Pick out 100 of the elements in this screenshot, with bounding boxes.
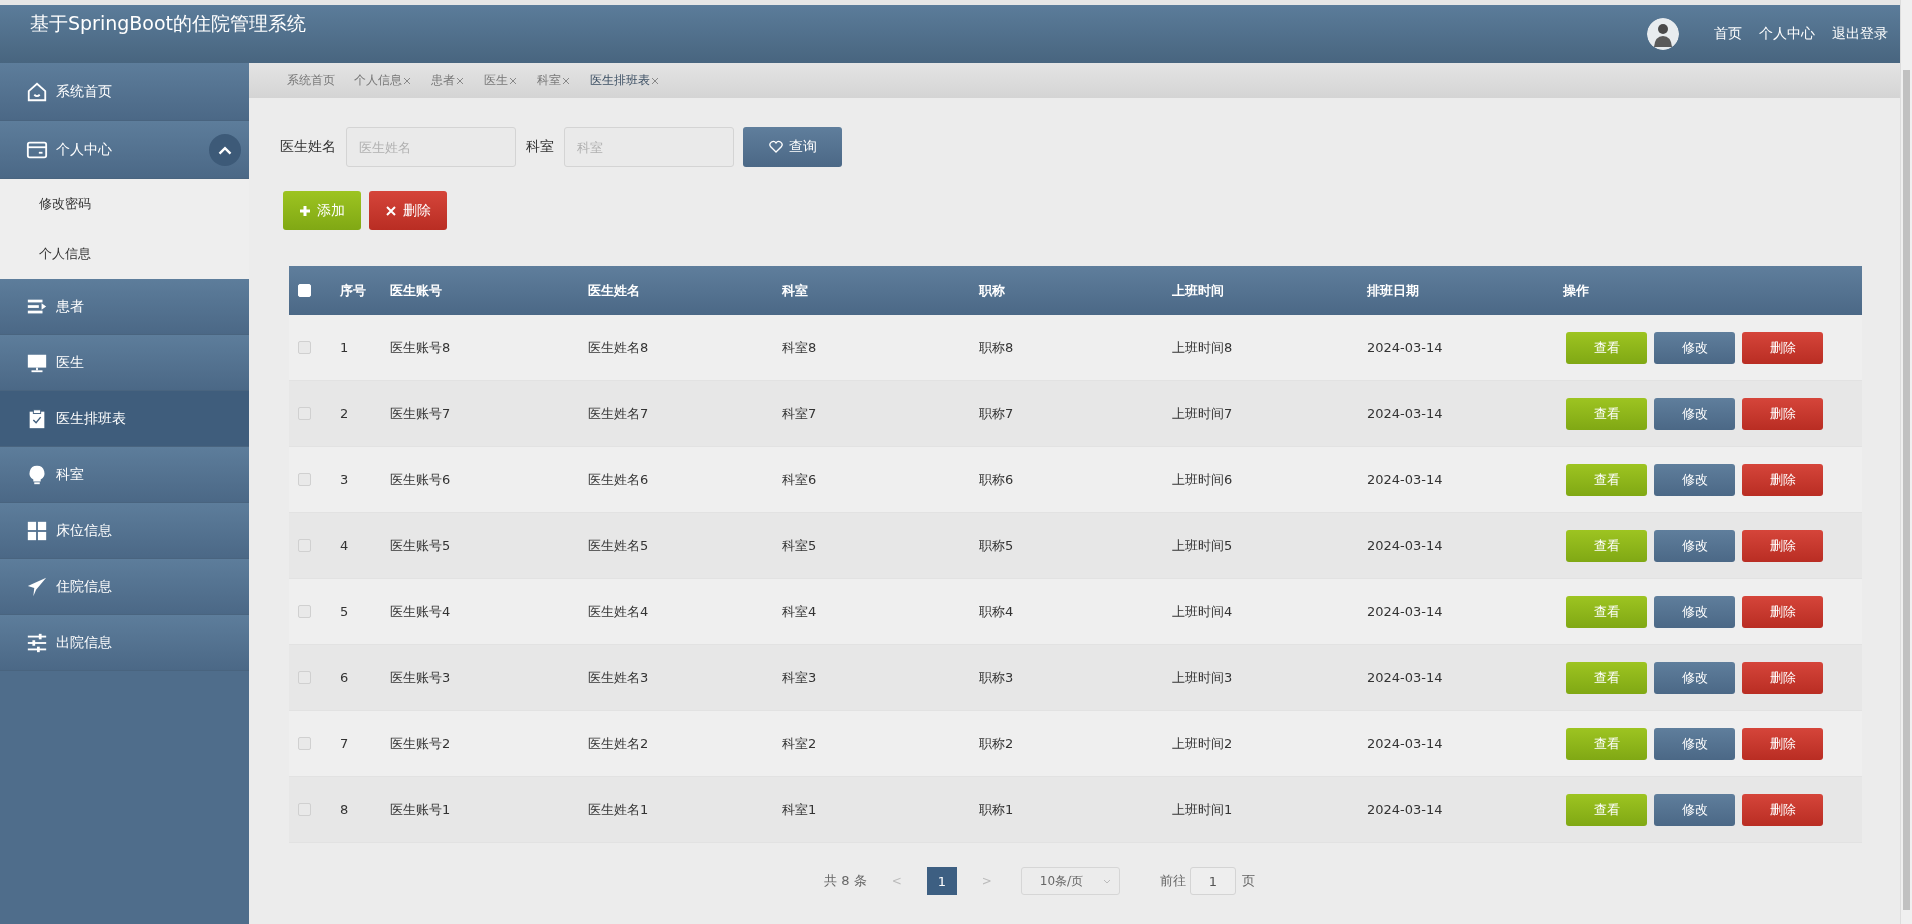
edit-button[interactable]: 修改 — [1654, 793, 1735, 826]
heart-icon — [768, 140, 783, 154]
row-checkbox[interactable] — [298, 605, 311, 618]
sidebar-item[interactable]: 医生 — [0, 335, 249, 391]
edit-button[interactable]: 修改 — [1654, 397, 1735, 430]
system-title: 基于SpringBoot的住院管理系统 — [30, 11, 308, 36]
table-cell-text: 科室5 — [782, 536, 818, 555]
page-input[interactable]: 1 — [1189, 867, 1236, 895]
paper-plane-icon — [26, 575, 48, 598]
page-number[interactable]: 1 — [926, 867, 957, 895]
sidebar-item[interactable]: 患者 — [0, 279, 249, 335]
table-cell-text: 医生姓名5 — [588, 536, 650, 555]
table-cell-text: 医生姓名3 — [588, 668, 650, 687]
sidebar-item[interactable]: 出院信息 — [0, 615, 249, 671]
table-cell-text: 上班时间3 — [1172, 668, 1234, 687]
chevron-down-icon — [1102, 877, 1111, 885]
row-checkbox[interactable] — [298, 341, 311, 354]
column-header: 操作 — [1563, 281, 1590, 300]
table-cell-text: 上班时间4 — [1172, 602, 1234, 621]
close-icon — [455, 75, 465, 86]
table-cell-text: 医生账号2 — [390, 734, 452, 753]
sidebar-item[interactable]: 个人中心 — [0, 121, 249, 179]
table-cell-text: 职称3 — [979, 668, 1015, 687]
sidebar-item[interactable]: 系统首页 — [0, 63, 249, 121]
sidebar-item[interactable]: 医生排班表 — [0, 391, 249, 447]
header-link[interactable]: 退出登录 — [1832, 25, 1888, 43]
select-all-checkbox[interactable] — [298, 284, 311, 297]
plus-icon — [299, 204, 311, 217]
delete-button[interactable]: 删除 — [1742, 529, 1823, 562]
table-cell-text: 职称2 — [979, 734, 1015, 753]
table-cell-text: 6 — [340, 670, 350, 685]
delete-button[interactable]: 删除 — [1742, 463, 1823, 496]
table-cell-text: 医生姓名7 — [588, 404, 650, 423]
page-tab[interactable]: 医生排班表 — [590, 72, 660, 89]
table-cell-text: 4 — [340, 538, 350, 553]
delete-button[interactable]: 删除 — [1742, 331, 1823, 364]
delete-button[interactable]: 删除 — [1742, 727, 1823, 760]
delete-button[interactable]: 删除 — [1742, 397, 1823, 430]
table-cell-text: 职称7 — [979, 404, 1015, 423]
edit-button[interactable]: 修改 — [1654, 595, 1735, 628]
table-cell-text: 职称1 — [979, 800, 1015, 819]
edit-button[interactable]: 修改 — [1654, 463, 1735, 496]
sidebar-item[interactable]: 床位信息 — [0, 503, 249, 559]
header-link[interactable]: 首页 — [1714, 25, 1742, 43]
sliders-icon — [26, 631, 48, 654]
table-cell-text: 上班时间6 — [1172, 470, 1234, 489]
table-cell-text: 科室2 — [782, 734, 818, 753]
row-checkbox[interactable] — [298, 671, 311, 684]
page-tab[interactable]: 个人信息 — [354, 72, 412, 89]
delete-button[interactable]: 删除 — [1742, 661, 1823, 694]
table-cell-text: 2024-03-14 — [1367, 604, 1444, 619]
column-header: 序号 — [340, 281, 367, 300]
table-cell-text: 2024-03-14 — [1367, 802, 1444, 817]
row-checkbox[interactable] — [298, 473, 311, 486]
table-cell-text: 职称8 — [979, 338, 1015, 357]
table-cell-text: 5 — [340, 604, 350, 619]
edit-button[interactable]: 修改 — [1654, 529, 1735, 562]
search-button[interactable]: 查询 — [743, 127, 842, 167]
column-header: 排班日期 — [1367, 281, 1420, 300]
page-tab[interactable]: 医生 — [484, 72, 518, 89]
edit-button[interactable]: 修改 — [1654, 661, 1735, 694]
header-link[interactable]: 个人中心 — [1759, 25, 1815, 43]
table-cell-text: 医生姓名2 — [588, 734, 650, 753]
page-tab[interactable]: 系统首页 — [287, 72, 335, 89]
table-cell-text: 2024-03-14 — [1367, 736, 1444, 751]
page-tab[interactable]: 科室 — [537, 72, 571, 89]
page-size-select[interactable]: 10条/页 — [1020, 867, 1120, 895]
table-cell-text: 上班时间2 — [1172, 734, 1234, 753]
table-cell-text: 医生账号1 — [390, 800, 452, 819]
close-icon — [650, 75, 660, 86]
table-cell-text: 科室1 — [782, 800, 818, 819]
submenu-item[interactable]: 个人信息 — [0, 229, 249, 279]
table-cell-text: 医生姓名1 — [588, 800, 650, 819]
table-cell-text: 2 — [340, 406, 350, 421]
sidebar-item[interactable]: 住院信息 — [0, 559, 249, 615]
delete-button[interactable]: 删除 — [1742, 595, 1823, 628]
table-cell-text: 科室4 — [782, 602, 818, 621]
row-checkbox[interactable] — [298, 803, 311, 816]
page-tab[interactable]: 患者 — [431, 72, 465, 89]
row-checkbox[interactable] — [298, 407, 311, 420]
table-cell-text: 医生账号5 — [390, 536, 452, 555]
sidebar-item[interactable]: 科室 — [0, 447, 249, 503]
column-header: 上班时间 — [1172, 281, 1225, 300]
edit-button[interactable]: 修改 — [1654, 331, 1735, 364]
table-cell-text: 2024-03-14 — [1367, 670, 1444, 685]
row-checkbox[interactable] — [298, 539, 311, 552]
edit-button[interactable]: 修改 — [1654, 727, 1735, 760]
table-cell-text: 2024-03-14 — [1367, 406, 1444, 421]
field-label: 科室 — [526, 138, 554, 156]
table-cell-text: 医生账号7 — [390, 404, 452, 423]
delete-button[interactable]: 删除 — [369, 191, 447, 230]
scrollbar-thumb[interactable] — [1903, 70, 1910, 910]
column-header: 医生账号 — [390, 281, 443, 300]
table-cell-text: 上班时间8 — [1172, 338, 1234, 357]
close-icon — [385, 204, 397, 217]
table-cell-text: 8 — [340, 802, 350, 817]
delete-button[interactable]: 删除 — [1742, 793, 1823, 826]
row-checkbox[interactable] — [298, 737, 311, 750]
table-cell-text: 医生姓名6 — [588, 470, 650, 489]
submenu-item[interactable]: 修改密码 — [0, 179, 249, 229]
